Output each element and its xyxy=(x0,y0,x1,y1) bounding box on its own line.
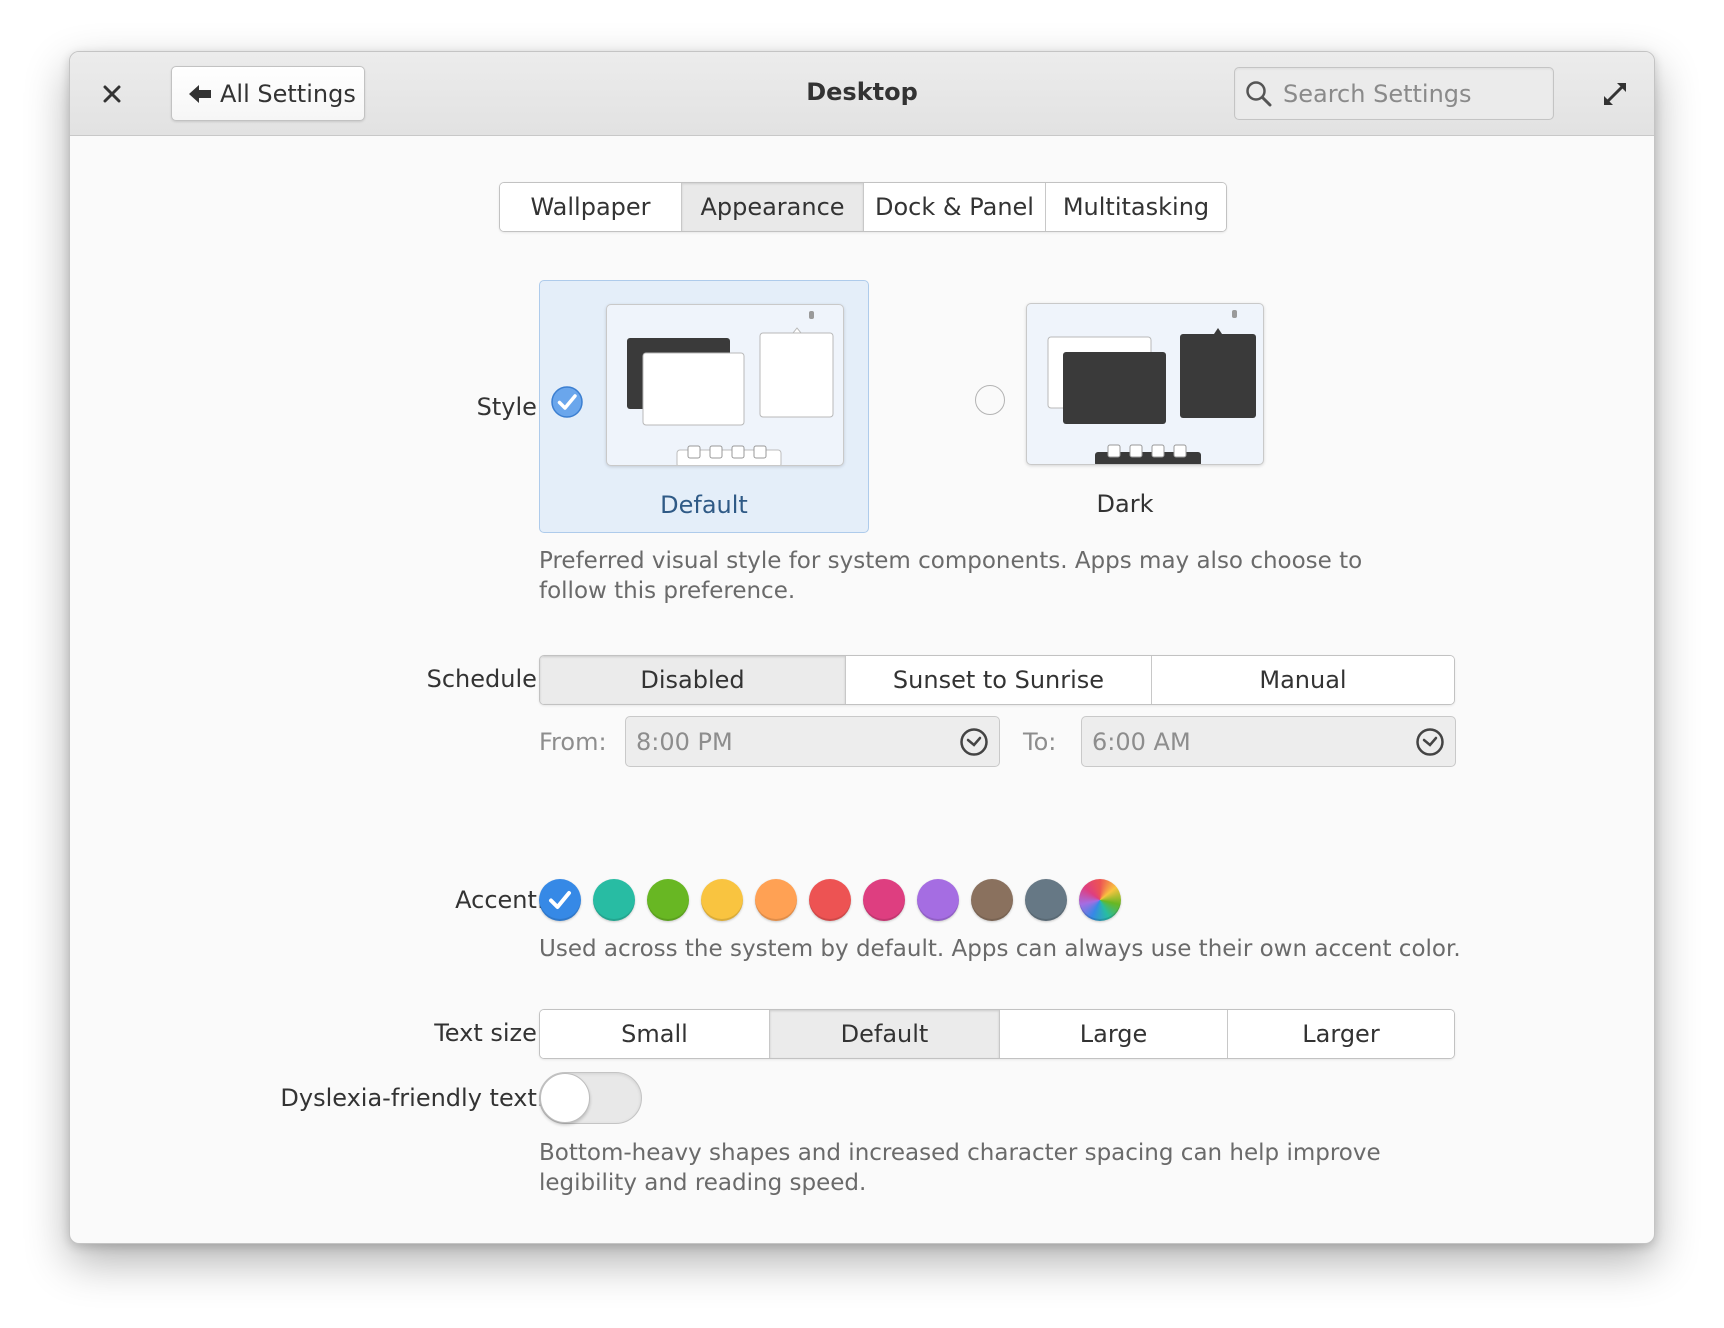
search-box[interactable] xyxy=(1234,67,1554,120)
accent-swatch-slate[interactable] xyxy=(1025,879,1067,921)
style-description: Preferred visual style for system compon… xyxy=(539,548,1363,604)
text-size-selector: Small Default Large Larger xyxy=(539,1009,1455,1059)
style-option-default[interactable]: Default xyxy=(539,280,869,533)
accent-swatch-pink[interactable] xyxy=(863,879,905,921)
settings-window: All Settings Desktop Wallpaper Appearanc… xyxy=(69,51,1655,1244)
clock-icon xyxy=(1416,727,1444,756)
accent-swatch-yellow[interactable] xyxy=(701,879,743,921)
schedule-option-sunset-to-sunrise[interactable]: Sunset to Sunrise xyxy=(846,656,1152,704)
default-style-preview xyxy=(606,304,844,466)
schedule-option-manual[interactable]: Manual xyxy=(1152,656,1454,704)
check-icon xyxy=(549,891,571,909)
accent-label: Accent: xyxy=(455,886,545,914)
search-input[interactable] xyxy=(1283,79,1543,108)
accent-swatch-red[interactable] xyxy=(809,879,851,921)
tab-multitasking[interactable]: Multitasking xyxy=(1046,183,1226,231)
style-option-dark[interactable]: Dark xyxy=(960,280,1290,533)
to-time-field[interactable]: 6:00 AM xyxy=(1081,716,1456,767)
accent-swatch-mint[interactable] xyxy=(593,879,635,921)
schedule-label: Schedule: xyxy=(426,665,545,693)
from-time-value: 8:00 PM xyxy=(636,727,733,756)
accent-swatch-green[interactable] xyxy=(647,879,689,921)
maximize-button[interactable] xyxy=(1598,77,1632,111)
tab-dock-panel[interactable]: Dock & Panel xyxy=(864,183,1046,231)
to-label: To: xyxy=(1023,728,1057,756)
text-size-small[interactable]: Small xyxy=(540,1010,770,1058)
maximize-icon xyxy=(1604,83,1626,105)
style-dark-caption: Dark xyxy=(1096,490,1154,518)
header-bar: All Settings Desktop xyxy=(70,52,1654,136)
schedule-selector: Disabled Sunset to Sunrise Manual xyxy=(539,655,1455,705)
to-time-value: 6:00 AM xyxy=(1092,727,1191,756)
check-icon xyxy=(551,386,583,418)
dyslexia-description: Bottom-heavy shapes and increased charac… xyxy=(539,1140,1381,1196)
schedule-option-disabled[interactable]: Disabled xyxy=(540,656,846,704)
from-time-field[interactable]: 8:00 PM xyxy=(625,716,1000,767)
toggle-knob xyxy=(540,1073,590,1123)
text-size-large[interactable]: Large xyxy=(1000,1010,1228,1058)
tab-wallpaper[interactable]: Wallpaper xyxy=(500,183,682,231)
text-size-label: Text size: xyxy=(434,1019,545,1047)
accent-swatch-blue[interactable] xyxy=(539,879,581,921)
style-dark-radio[interactable] xyxy=(975,385,1005,415)
dyslexia-toggle[interactable] xyxy=(539,1072,642,1124)
accent-swatch-orange[interactable] xyxy=(755,879,797,921)
tab-appearance[interactable]: Appearance xyxy=(682,183,864,231)
accent-swatch-brown[interactable] xyxy=(971,879,1013,921)
style-default-radio[interactable] xyxy=(551,386,583,418)
text-size-default[interactable]: Default xyxy=(770,1010,1000,1058)
accent-swatch-multicolor[interactable] xyxy=(1079,879,1121,921)
clock-icon xyxy=(960,727,988,756)
accent-description: Used across the system by default. Apps … xyxy=(539,936,1461,962)
dyslexia-label: Dyslexia-friendly text: xyxy=(280,1084,545,1112)
text-size-larger[interactable]: Larger xyxy=(1228,1010,1454,1058)
from-label: From: xyxy=(539,728,607,756)
style-label: Style: xyxy=(476,393,545,421)
search-icon xyxy=(1246,80,1272,106)
accent-swatch-purple[interactable] xyxy=(917,879,959,921)
page-tabs: Wallpaper Appearance Dock & Panel Multit… xyxy=(499,182,1227,232)
dark-style-preview xyxy=(1026,303,1264,465)
style-default-caption: Default xyxy=(660,491,748,519)
